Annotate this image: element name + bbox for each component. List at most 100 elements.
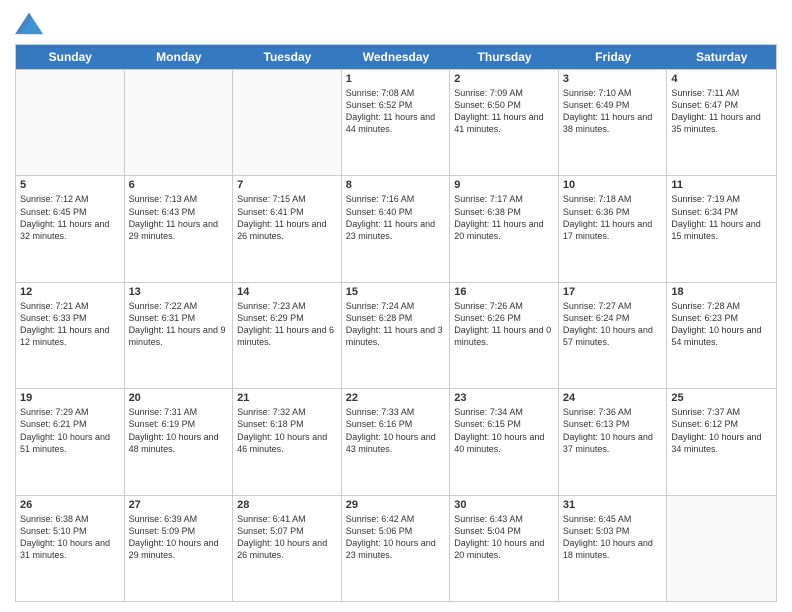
calendar-cell: 27Sunrise: 6:39 AM Sunset: 5:09 PM Dayli…: [125, 496, 234, 601]
calendar-cell: 20 Sunrise: 7:31 AM Sunset: 6:19 PM Dayli…: [125, 389, 234, 494]
calendar-cell: 3 Sunrise: 7:10 AM Sunset: 6:49 PM Daylig…: [559, 70, 668, 175]
day-number: 9: [454, 179, 554, 191]
calendar-cell: 24 Sunrise: 7:36 AM Sunset: 6:13 PM Dayli…: [559, 389, 668, 494]
day-info: Sunrise: 7:26 AM Sunset: 6:26 PM Dayligh…: [454, 300, 554, 349]
day-info: Sunrise: 7:17 AM Sunset: 6:38 PM Dayligh…: [454, 193, 554, 242]
day-info: Sunrise: 7:22 AM Sunset: 6:31 PM Dayligh…: [129, 300, 229, 349]
day-info: Sunrise: 7:31 AM Sunset: 6:19 PM Dayligh…: [129, 406, 229, 455]
header: [15, 10, 777, 38]
calendar: SundayMondayTuesdayWednesdayThursdayFrid…: [15, 44, 777, 602]
calendar-cell: 16 Sunrise: 7:26 AM Sunset: 6:26 PM Dayli…: [450, 283, 559, 388]
day-number: 31: [563, 499, 663, 511]
calendar-cell: 23 Sunrise: 7:34 AM Sunset: 6:15 PM Dayli…: [450, 389, 559, 494]
day-info: Sunrise: 7:18 AM Sunset: 6:36 PM Dayligh…: [563, 193, 663, 242]
day-info: Sunrise: 7:29 AM Sunset: 6:21 PM Dayligh…: [20, 406, 120, 455]
calendar-cell: [16, 70, 125, 175]
day-info: Sunrise: 7:34 AM Sunset: 6:15 PM Dayligh…: [454, 406, 554, 455]
day-number: 23: [454, 392, 554, 404]
day-info: Sunrise: 7:23 AM Sunset: 6:29 PM Dayligh…: [237, 300, 337, 349]
day-info: Sunrise: 7:16 AM Sunset: 6:40 PM Dayligh…: [346, 193, 446, 242]
calendar-cell: 6 Sunrise: 7:13 AM Sunset: 6:43 PM Daylig…: [125, 176, 234, 281]
day-info: Sunrise: 7:19 AM Sunset: 6:34 PM Dayligh…: [671, 193, 772, 242]
calendar-body: 1 Sunrise: 7:08 AM Sunset: 6:52 PM Daylig…: [16, 69, 776, 601]
day-number: 21: [237, 392, 337, 404]
day-number: 28: [237, 499, 337, 511]
calendar-cell: 31 Sunrise: 6:45 AM Sunset: 5:03 PM Dayli…: [559, 496, 668, 601]
calendar-cell: 13 Sunrise: 7:22 AM Sunset: 6:31 PM Dayli…: [125, 283, 234, 388]
day-number: 24: [563, 392, 663, 404]
day-info: Sunrise: 6:45 AM Sunset: 5:03 PM Dayligh…: [563, 513, 663, 562]
day-number: 10: [563, 179, 663, 191]
weekday-header: Saturday: [667, 45, 776, 69]
day-info: Sunrise: 7:28 AM Sunset: 6:23 PM Dayligh…: [671, 300, 772, 349]
calendar-week: 12Sunrise: 7:21 AM Sunset: 6:33 PM Dayli…: [16, 282, 776, 388]
day-number: 5: [20, 179, 120, 191]
calendar-cell: 28 Sunrise: 6:41 AM Sunset: 5:07 PM Dayli…: [233, 496, 342, 601]
day-number: 15: [346, 286, 446, 298]
day-info: Sunrise: 7:24 AM Sunset: 6:28 PM Dayligh…: [346, 300, 446, 349]
logo-icon: [15, 8, 43, 36]
calendar-week: 5 Sunrise: 7:12 AM Sunset: 6:45 PM Daylig…: [16, 175, 776, 281]
day-number: 19: [20, 392, 120, 404]
day-number: 1: [346, 73, 446, 85]
day-info: Sunrise: 7:27 AM Sunset: 6:24 PM Dayligh…: [563, 300, 663, 349]
day-number: 26: [20, 499, 120, 511]
calendar-cell: 12Sunrise: 7:21 AM Sunset: 6:33 PM Dayli…: [16, 283, 125, 388]
day-number: 17: [563, 286, 663, 298]
day-number: 3: [563, 73, 663, 85]
day-info: Sunrise: 7:10 AM Sunset: 6:49 PM Dayligh…: [563, 87, 663, 136]
calendar-cell: 25 Sunrise: 7:37 AM Sunset: 6:12 PM Dayli…: [667, 389, 776, 494]
day-number: 11: [671, 179, 772, 191]
calendar-cell: 29Sunrise: 6:42 AM Sunset: 5:06 PM Dayli…: [342, 496, 451, 601]
day-info: Sunrise: 7:15 AM Sunset: 6:41 PM Dayligh…: [237, 193, 337, 242]
calendar-cell: 7 Sunrise: 7:15 AM Sunset: 6:41 PM Daylig…: [233, 176, 342, 281]
calendar-cell: 1 Sunrise: 7:08 AM Sunset: 6:52 PM Daylig…: [342, 70, 451, 175]
calendar-cell: 15 Sunrise: 7:24 AM Sunset: 6:28 PM Dayli…: [342, 283, 451, 388]
day-info: Sunrise: 7:13 AM Sunset: 6:43 PM Dayligh…: [129, 193, 229, 242]
weekday-header: Monday: [125, 45, 234, 69]
calendar-cell: 11 Sunrise: 7:19 AM Sunset: 6:34 PM Dayli…: [667, 176, 776, 281]
day-number: 2: [454, 73, 554, 85]
day-number: 7: [237, 179, 337, 191]
day-info: Sunrise: 6:41 AM Sunset: 5:07 PM Dayligh…: [237, 513, 337, 562]
weekday-header: Wednesday: [342, 45, 451, 69]
day-info: Sunrise: 7:09 AM Sunset: 6:50 PM Dayligh…: [454, 87, 554, 136]
calendar-cell: 14Sunrise: 7:23 AM Sunset: 6:29 PM Dayli…: [233, 283, 342, 388]
day-info: Sunrise: 6:43 AM Sunset: 5:04 PM Dayligh…: [454, 513, 554, 562]
day-number: 16: [454, 286, 554, 298]
day-number: 6: [129, 179, 229, 191]
day-number: 8: [346, 179, 446, 191]
day-info: Sunrise: 7:37 AM Sunset: 6:12 PM Dayligh…: [671, 406, 772, 455]
logo: [15, 10, 47, 38]
day-info: Sunrise: 6:39 AM Sunset: 5:09 PM Dayligh…: [129, 513, 229, 562]
day-number: 29: [346, 499, 446, 511]
calendar-cell: [233, 70, 342, 175]
calendar-cell: 21 Sunrise: 7:32 AM Sunset: 6:18 PM Dayli…: [233, 389, 342, 494]
day-info: Sunrise: 7:32 AM Sunset: 6:18 PM Dayligh…: [237, 406, 337, 455]
calendar-cell: 22Sunrise: 7:33 AM Sunset: 6:16 PM Dayli…: [342, 389, 451, 494]
day-info: Sunrise: 7:11 AM Sunset: 6:47 PM Dayligh…: [671, 87, 772, 136]
calendar-cell: 26Sunrise: 6:38 AM Sunset: 5:10 PM Dayli…: [16, 496, 125, 601]
day-number: 12: [20, 286, 120, 298]
day-number: 25: [671, 392, 772, 404]
day-info: Sunrise: 7:36 AM Sunset: 6:13 PM Dayligh…: [563, 406, 663, 455]
calendar-cell: 8 Sunrise: 7:16 AM Sunset: 6:40 PM Daylig…: [342, 176, 451, 281]
calendar-cell: 30 Sunrise: 6:43 AM Sunset: 5:04 PM Dayli…: [450, 496, 559, 601]
day-number: 30: [454, 499, 554, 511]
calendar-cell: [667, 496, 776, 601]
calendar-cell: 17 Sunrise: 7:27 AM Sunset: 6:24 PM Dayli…: [559, 283, 668, 388]
weekday-header: Friday: [559, 45, 668, 69]
weekday-header: Tuesday: [233, 45, 342, 69]
calendar-week: 19 Sunrise: 7:29 AM Sunset: 6:21 PM Dayli…: [16, 388, 776, 494]
day-number: 18: [671, 286, 772, 298]
calendar-cell: 9 Sunrise: 7:17 AM Sunset: 6:38 PM Daylig…: [450, 176, 559, 281]
day-info: Sunrise: 7:12 AM Sunset: 6:45 PM Dayligh…: [20, 193, 120, 242]
page: SundayMondayTuesdayWednesdayThursdayFrid…: [0, 0, 792, 612]
day-info: Sunrise: 7:33 AM Sunset: 6:16 PM Dayligh…: [346, 406, 446, 455]
day-info: Sunrise: 7:08 AM Sunset: 6:52 PM Dayligh…: [346, 87, 446, 136]
calendar-cell: 4Sunrise: 7:11 AM Sunset: 6:47 PM Daylig…: [667, 70, 776, 175]
day-number: 20: [129, 392, 229, 404]
day-number: 13: [129, 286, 229, 298]
calendar-header: SundayMondayTuesdayWednesdayThursdayFrid…: [16, 45, 776, 69]
calendar-cell: 18 Sunrise: 7:28 AM Sunset: 6:23 PM Dayli…: [667, 283, 776, 388]
